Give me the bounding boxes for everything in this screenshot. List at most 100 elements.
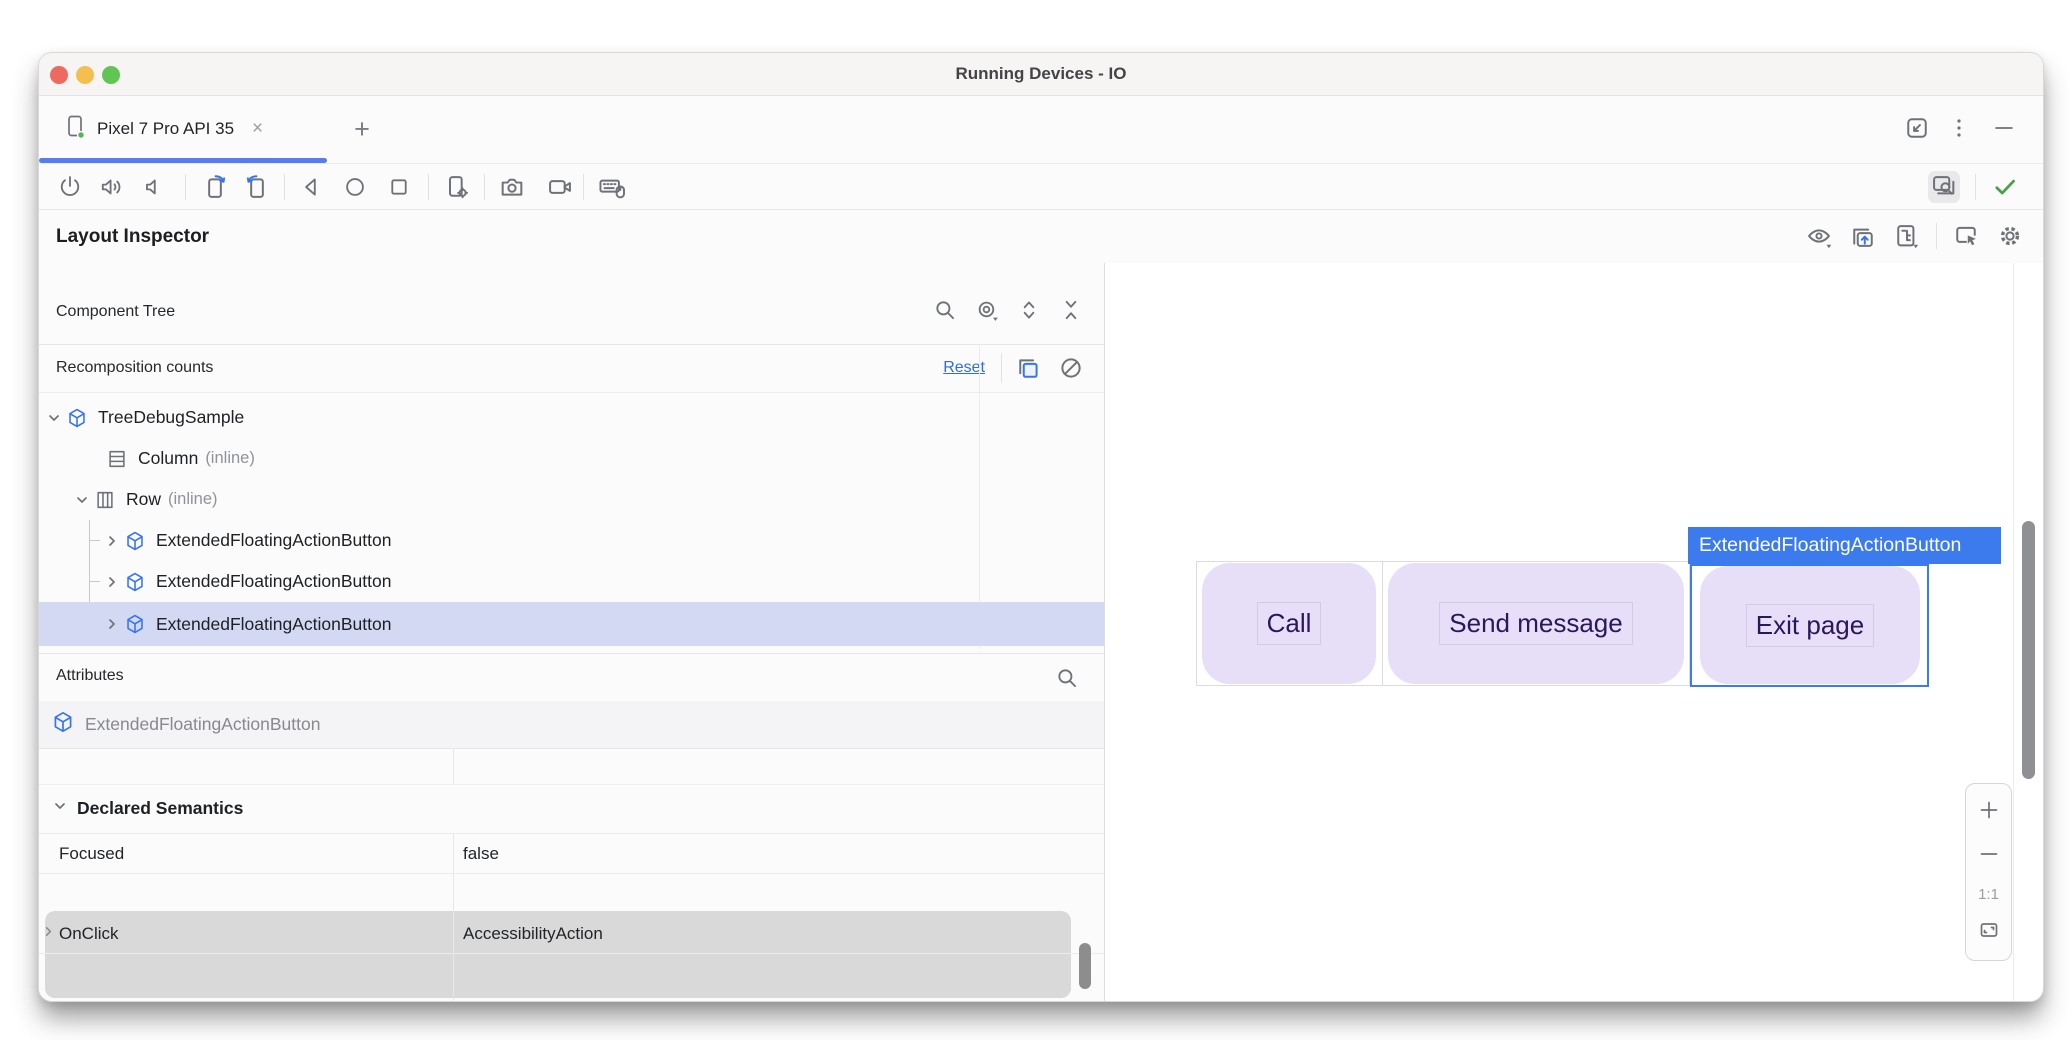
- toolbar-separator: [583, 174, 584, 200]
- tree-row-treedebugsample[interactable]: TreeDebugSample: [39, 397, 1104, 438]
- disable-counts-icon[interactable]: [1056, 353, 1086, 383]
- zoom-ratio-label[interactable]: 1:1: [1978, 886, 1999, 903]
- chevron-right-icon[interactable]: [101, 575, 123, 589]
- compose-node-icon: [123, 530, 147, 552]
- active-tab-indicator: [39, 158, 327, 163]
- visibility-options-icon[interactable]: [1804, 221, 1834, 251]
- tree-row-row[interactable]: Row (inline): [39, 479, 1104, 520]
- selected-component-tooltip: ExtendedFloatingActionButton: [1688, 527, 2001, 564]
- volume-down-icon[interactable]: [138, 171, 170, 203]
- zoom-controls: 1:1: [1965, 783, 2012, 961]
- layout-inspector-toggle-icon[interactable]: [1928, 171, 1960, 203]
- back-icon[interactable]: [295, 171, 327, 203]
- tree-node-label: TreeDebugSample: [98, 407, 244, 428]
- volume-up-icon[interactable]: [96, 171, 128, 203]
- search-icon[interactable]: [1052, 663, 1082, 693]
- attributes-component-row[interactable]: ExtendedFloatingActionButton: [39, 701, 1104, 749]
- tree-node-label: Column: [138, 448, 198, 469]
- attribute-value: false: [463, 844, 499, 864]
- minimize-icon[interactable]: [1991, 116, 2017, 145]
- attributes-column-divider: [453, 749, 454, 784]
- tree-node-suffix: (inline): [168, 490, 218, 509]
- screen-record-icon[interactable]: [544, 171, 576, 203]
- expand-all-icon[interactable]: [1014, 295, 1044, 325]
- title-bar: Running Devices - IO: [39, 53, 2043, 96]
- chevron-down-icon[interactable]: [71, 493, 93, 507]
- screenshot-camera-icon[interactable]: [496, 171, 528, 203]
- pick-component-icon[interactable]: [1951, 221, 1981, 251]
- recomposition-row: Recomposition counts Reset: [39, 345, 1104, 393]
- export-snapshot-icon[interactable]: [1848, 221, 1878, 251]
- tree-row-efab-3-selected[interactable]: ExtendedFloatingActionButton: [39, 602, 1104, 646]
- zoom-to-fit-icon[interactable]: [1977, 918, 2001, 947]
- tree-node-label: ExtendedFloatingActionButton: [156, 571, 391, 592]
- phone-icon: [65, 114, 87, 145]
- settings-gear-icon[interactable]: [1995, 221, 2025, 251]
- rotate-left-icon[interactable]: [199, 171, 231, 203]
- preview-edge-line: [2013, 263, 2014, 1001]
- tree-row-efab-2[interactable]: ExtendedFloatingActionButton: [39, 561, 1104, 602]
- preview-scrollbar[interactable]: [2022, 521, 2035, 779]
- fab-send-message-label: Send message: [1439, 602, 1632, 645]
- layout-inspector-title: Layout Inspector: [56, 210, 209, 263]
- chevron-right-icon[interactable]: [101, 534, 123, 548]
- toolbar-separator: [284, 174, 285, 200]
- toolbar-separator: [484, 174, 485, 200]
- left-panel-scrollbar[interactable]: [1079, 943, 1091, 989]
- compose-node-icon: [51, 710, 75, 739]
- rotate-right-icon[interactable]: [241, 171, 273, 203]
- search-icon[interactable]: [930, 295, 960, 325]
- tab-pixel-7-pro[interactable]: Pixel 7 Pro API 35 ×: [39, 96, 327, 162]
- fab-call-button[interactable]: Call: [1202, 563, 1376, 684]
- attributes-title: Attributes: [56, 667, 124, 685]
- collapse-all-icon[interactable]: [1056, 295, 1086, 325]
- tree-row-efab-1[interactable]: ExtendedFloatingActionButton: [39, 520, 1104, 561]
- table-column-divider: [453, 834, 454, 1002]
- attribute-key: Focused: [59, 844, 124, 864]
- tree-node-suffix: (inline): [205, 449, 255, 468]
- tree-node-label: Row: [126, 489, 161, 510]
- hardware-input-icon[interactable]: [596, 171, 628, 203]
- table-row-onclick[interactable]: OnClick AccessibilityAction: [39, 914, 1104, 954]
- overview-icon[interactable]: [383, 171, 415, 203]
- inspector-left-panel: Component Tree Recomposition counts Rese…: [39, 263, 1104, 1001]
- separator: [1001, 353, 1002, 383]
- tab-strip: Pixel 7 Pro API 35 × +: [39, 96, 2043, 164]
- chevron-down-icon[interactable]: [43, 411, 65, 425]
- app-window: Running Devices - IO Pixel 7 Pro API 35 …: [38, 52, 2044, 1002]
- chevron-right-icon[interactable]: [42, 925, 55, 943]
- zoom-in-icon[interactable]: [1977, 798, 2001, 827]
- device-settings-icon[interactable]: [441, 171, 473, 203]
- layer-tree-options-icon[interactable]: [1892, 221, 1922, 251]
- attribute-key: OnClick: [59, 924, 119, 944]
- tree-node-label: ExtendedFloatingActionButton: [156, 530, 391, 551]
- window-title: Running Devices - IO: [39, 53, 2043, 95]
- attribute-value: AccessibilityAction: [463, 924, 603, 944]
- tree-node-label: ExtendedFloatingActionButton: [156, 614, 391, 635]
- tree-row-column[interactable]: Column (inline): [39, 438, 1104, 479]
- zoom-out-icon[interactable]: [1977, 842, 2001, 871]
- power-icon[interactable]: [54, 171, 86, 203]
- table-row-focused[interactable]: Focused false: [39, 834, 1104, 874]
- declared-semantics-header[interactable]: Declared Semantics: [39, 784, 1104, 833]
- component-tree-title: Component Tree: [56, 303, 175, 321]
- toolbar-separator: [185, 174, 186, 200]
- copy-counts-icon[interactable]: [1014, 353, 1044, 383]
- highlight-options-icon[interactable]: [972, 295, 1002, 325]
- home-icon[interactable]: [339, 171, 371, 203]
- chevron-down-icon[interactable]: [53, 799, 67, 818]
- add-tab-button[interactable]: +: [345, 96, 379, 162]
- toolbar-separator: [1975, 174, 1976, 200]
- scale-down-icon[interactable]: [1903, 114, 1931, 147]
- tab-close-icon[interactable]: ×: [252, 118, 263, 140]
- chevron-right-icon[interactable]: [101, 617, 123, 631]
- kebab-menu-icon[interactable]: [1947, 116, 1971, 145]
- attributes-component-label: ExtendedFloatingActionButton: [85, 714, 320, 735]
- fab-call-label: Call: [1257, 602, 1322, 645]
- confirm-check-icon[interactable]: [1989, 171, 2021, 203]
- component-tree: TreeDebugSample Column (inline) Row (inl…: [39, 397, 1104, 649]
- fab-send-message-button[interactable]: Send message: [1388, 563, 1684, 684]
- screenshot-canvas: Running Devices - IO Pixel 7 Pro API 35 …: [0, 0, 2072, 1040]
- compose-node-icon: [123, 613, 147, 635]
- table-row-requestfocus[interactable]: RequestFocus AccessibilityAction: [39, 994, 1104, 1002]
